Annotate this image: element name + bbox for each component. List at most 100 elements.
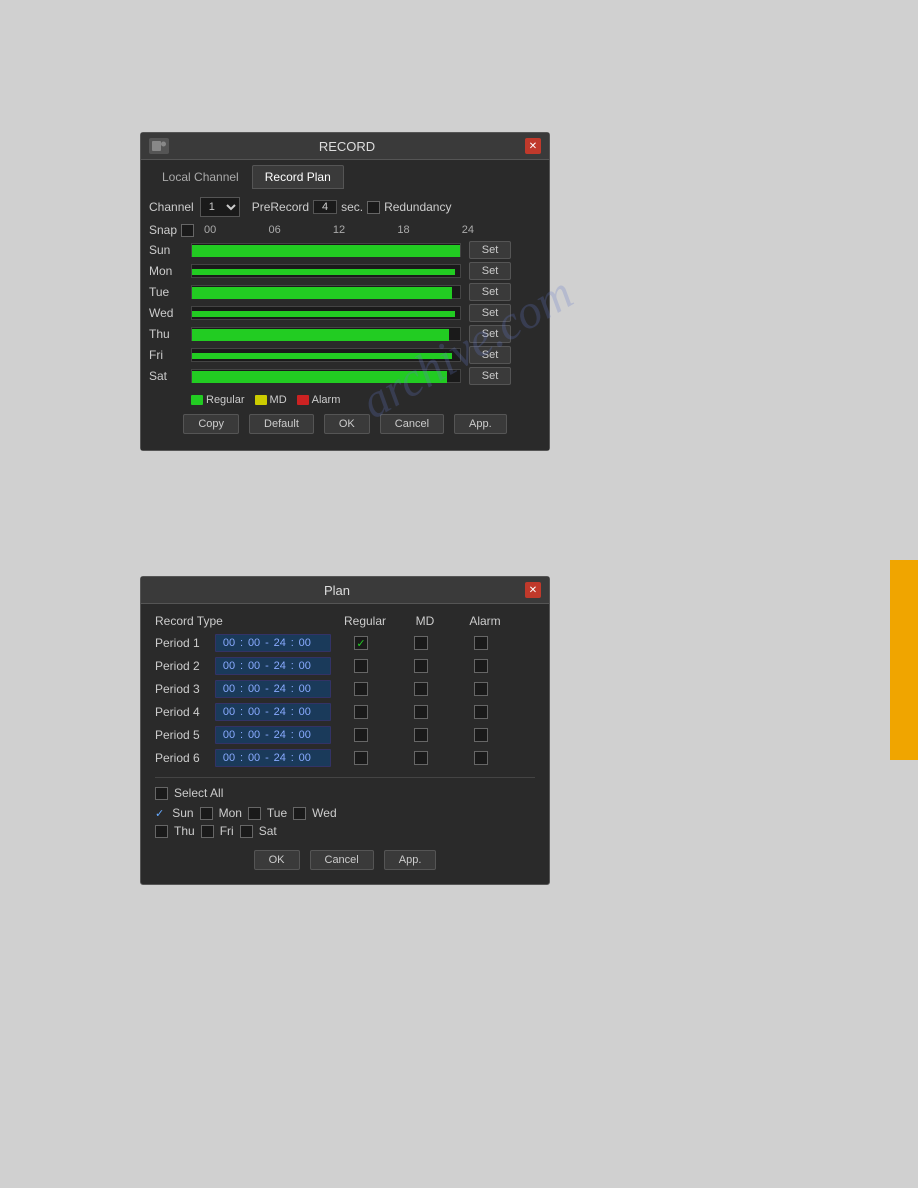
day-mon-checkbox[interactable] [200, 807, 213, 820]
period-3-alarm-cell [451, 682, 511, 696]
period-5-md-checkbox[interactable] [414, 728, 428, 742]
snap-label: Snap [149, 223, 177, 237]
plan-close-button[interactable]: ✕ [525, 582, 541, 598]
period-4-time[interactable]: 00 : 00 - 24 : 00 [215, 703, 331, 721]
sun-checkmark: ✓ [155, 807, 164, 820]
period-row-5: Period 5 00 : 00 - 24 : 00 [155, 726, 535, 744]
day-tue-checkbox[interactable] [248, 807, 261, 820]
time-header: 00 06 12 18 24 [204, 224, 474, 236]
day-thu-checkbox[interactable] [155, 825, 168, 838]
legend-md-icon [255, 395, 267, 405]
day-tue-item: Tue [267, 806, 287, 820]
period-6-md-checkbox[interactable] [414, 751, 428, 765]
day-mon-label: Mon [149, 264, 191, 278]
period-3-alarm-checkbox[interactable] [474, 682, 488, 696]
prerecord-input[interactable] [313, 200, 337, 214]
day-fri-checkbox[interactable] [201, 825, 214, 838]
period-1-md-checkbox[interactable] [414, 636, 428, 650]
day-row-thu: Thu Set [149, 325, 541, 343]
record-title: RECORD [169, 139, 525, 154]
plan-content: Record Type Regular MD Alarm Period 1 00… [141, 604, 549, 884]
period-4-alarm-cell [451, 705, 511, 719]
period-2-regular-checkbox[interactable] [354, 659, 368, 673]
tab-record-plan[interactable]: Record Plan [252, 165, 344, 189]
period-1-end-h: 24 [271, 637, 289, 649]
day-row-sat: Sat Set [149, 367, 541, 385]
day-row-sun: Sun Set [149, 241, 541, 259]
period-3-md-cell [391, 682, 451, 696]
prerecord-label: PreRecord [252, 200, 309, 214]
tab-local-channel[interactable]: Local Channel [149, 165, 252, 189]
cancel-button[interactable]: Cancel [380, 414, 444, 434]
period-4-alarm-checkbox[interactable] [474, 705, 488, 719]
record-content: Channel 1 PreRecord sec. Redundancy Snap… [141, 189, 549, 450]
day-wed-set-button[interactable]: Set [469, 304, 511, 322]
period-6-alarm-checkbox[interactable] [474, 751, 488, 765]
legend-md: MD [255, 394, 287, 406]
redundancy-checkbox[interactable] [367, 201, 380, 214]
ok-button[interactable]: OK [324, 414, 370, 434]
day-thu-set-button[interactable]: Set [469, 325, 511, 343]
day-wed-checkbox[interactable] [293, 807, 306, 820]
app-button[interactable]: App. [454, 414, 507, 434]
day-sun-set-button[interactable]: Set [469, 241, 511, 259]
period-1-start-m: 00 [245, 637, 263, 649]
record-icon [149, 138, 169, 154]
day-fri-set-button[interactable]: Set [469, 346, 511, 364]
period-1-regular-checkbox[interactable]: ✓ [354, 636, 368, 650]
plan-ok-button[interactable]: OK [254, 850, 300, 870]
period-3-time[interactable]: 00 : 00 - 24 : 00 [215, 680, 331, 698]
plan-cancel-button[interactable]: Cancel [310, 850, 374, 870]
period-5-alarm-checkbox[interactable] [474, 728, 488, 742]
day-sat-set-button[interactable]: Set [469, 367, 511, 385]
record-bottom-buttons: Copy Default OK Cancel App. [149, 410, 541, 442]
day-fri-label: Fri [149, 348, 191, 362]
select-all-checkbox[interactable] [155, 787, 168, 800]
period-6-time[interactable]: 00 : 00 - 24 : 00 [215, 749, 331, 767]
period-2-time[interactable]: 00 : 00 - 24 : 00 [215, 657, 331, 675]
day-sat-item: Sat [259, 824, 277, 838]
period-6-regular-checkbox[interactable] [354, 751, 368, 765]
day-tue-green [192, 287, 452, 299]
period-2-md-checkbox[interactable] [414, 659, 428, 673]
day-thu-item: Thu [174, 824, 195, 838]
day-sat-checkbox[interactable] [240, 825, 253, 838]
period-row-1: Period 1 00 : 00 - 24 : 00 ✓ [155, 634, 535, 652]
period-5-time[interactable]: 00 : 00 - 24 : 00 [215, 726, 331, 744]
period-6-alarm-cell [451, 751, 511, 765]
day-tue-set-button[interactable]: Set [469, 283, 511, 301]
day-mon-set-button[interactable]: Set [469, 262, 511, 280]
period-1-label: Period 1 [155, 636, 215, 650]
channel-select[interactable]: 1 [200, 197, 240, 217]
period-5-regular-checkbox[interactable] [354, 728, 368, 742]
period-3-regular-checkbox[interactable] [354, 682, 368, 696]
period-1-time[interactable]: 00 : 00 - 24 : 00 [215, 634, 331, 652]
plan-title: Plan [149, 583, 525, 598]
day-sun-bar [191, 243, 461, 257]
plan-app-button[interactable]: App. [384, 850, 437, 870]
record-close-button[interactable]: ✕ [525, 138, 541, 154]
period-4-regular-checkbox[interactable] [354, 705, 368, 719]
prerecord-area: PreRecord sec. Redundancy [252, 200, 452, 214]
time-24: 24 [462, 224, 474, 236]
day-fri-bar [191, 348, 461, 362]
period-1-alarm-checkbox[interactable] [474, 636, 488, 650]
record-type-label: Record Type [155, 614, 335, 628]
col-alarm: Alarm [455, 614, 515, 628]
period-3-md-checkbox[interactable] [414, 682, 428, 696]
period-5-alarm-cell [451, 728, 511, 742]
period-2-alarm-checkbox[interactable] [474, 659, 488, 673]
period-1-start-h: 00 [220, 637, 238, 649]
record-titlebar: RECORD ✕ [141, 133, 549, 160]
copy-button[interactable]: Copy [183, 414, 239, 434]
period-1-regular-cell: ✓ [331, 636, 391, 650]
period-4-md-checkbox[interactable] [414, 705, 428, 719]
period-row-2: Period 2 00 : 00 - 24 : 00 [155, 657, 535, 675]
day-tue-label: Tue [149, 285, 191, 299]
period-4-md-cell [391, 705, 451, 719]
record-dialog: RECORD ✕ Local Channel Record Plan Chann… [140, 132, 550, 451]
days-row-1: ✓ Sun Mon Tue Wed [155, 806, 535, 820]
default-button[interactable]: Default [249, 414, 314, 434]
plan-dialog: Plan ✕ Record Type Regular MD Alarm Peri… [140, 576, 550, 885]
snap-checkbox[interactable] [181, 224, 194, 237]
